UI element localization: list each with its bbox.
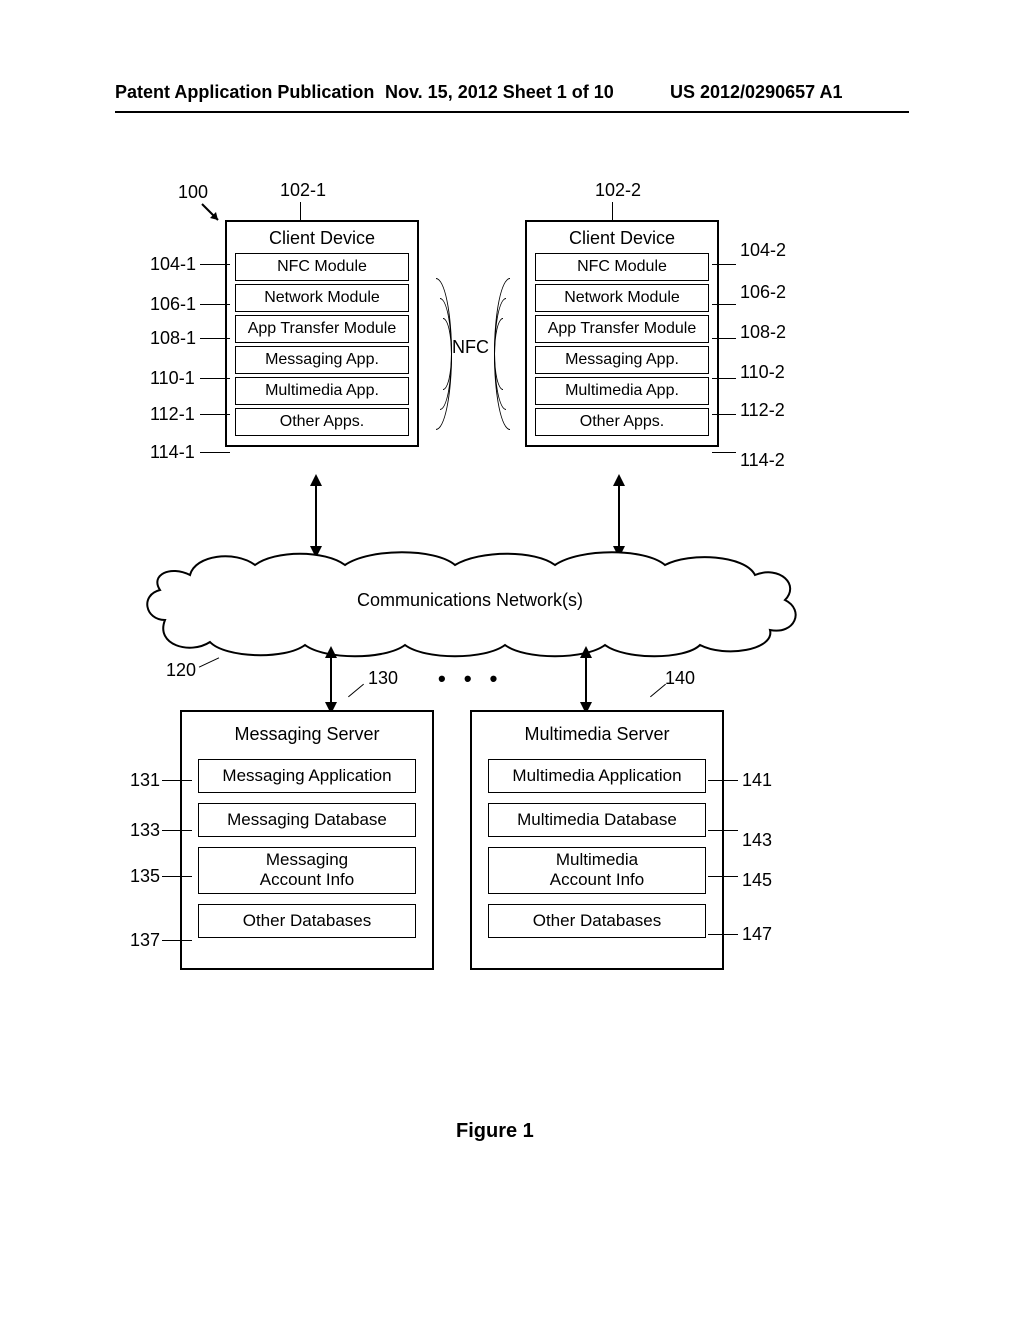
server-1-account-l2: Account Info (199, 870, 415, 890)
ref-141: 141 (742, 770, 772, 791)
ref-110-2: 110-2 (740, 362, 785, 383)
lead-114-2 (712, 452, 736, 453)
lead-110-1 (200, 378, 230, 379)
device-1-app-transfer-module: App Transfer Module (235, 315, 409, 343)
server-2-db: Multimedia Database (488, 803, 706, 837)
device-1-nfc-module: NFC Module (235, 253, 409, 281)
ref-108-2: 108-2 (740, 322, 786, 343)
server-1-db: Messaging Database (198, 803, 416, 837)
ref-145: 145 (742, 870, 772, 891)
device-2-nfc-module: NFC Module (535, 253, 709, 281)
client-device-1: Client Device NFC Module Network Module … (225, 220, 419, 447)
device-2-multimedia-app: Multimedia App. (535, 377, 709, 405)
ref-106-2: 106-2 (740, 282, 786, 303)
lead-147 (708, 934, 738, 935)
server-1-title: Messaging Server (182, 724, 432, 745)
ref-133: 133 (130, 820, 160, 841)
server-2-app: Multimedia Application (488, 759, 706, 793)
ref-106-1: 106-1 (150, 294, 196, 315)
device-1-messaging-app: Messaging App. (235, 346, 409, 374)
nfc-label: NFC (452, 337, 489, 358)
multimedia-server: Multimedia Server Multimedia Application… (470, 710, 724, 970)
server-2-other-db: Other Databases (488, 904, 706, 938)
lead-102-1 (300, 202, 301, 220)
header-mid: Nov. 15, 2012 Sheet 1 of 10 (385, 82, 614, 103)
lead-143 (708, 830, 738, 831)
server-2-title: Multimedia Server (472, 724, 722, 745)
ref-140: 140 (665, 668, 695, 689)
ref-104-1: 104-1 (150, 254, 196, 275)
ref-137: 137 (130, 930, 160, 951)
device-2-app-transfer-module: App Transfer Module (535, 315, 709, 343)
lead-131 (162, 780, 192, 781)
lead-114-1 (200, 452, 230, 453)
server-1-app: Messaging Application (198, 759, 416, 793)
server-2-account: Multimedia Account Info (488, 847, 706, 894)
ref-114-1: 114-1 (150, 442, 195, 463)
device-1-title: Client Device (227, 228, 417, 249)
device-2-title: Client Device (527, 228, 717, 249)
server-1-account: Messaging Account Info (198, 847, 416, 894)
lead-106-2 (712, 304, 736, 305)
lead-108-2 (712, 338, 736, 339)
ref-112-1: 112-1 (150, 404, 195, 425)
server-1-other-db: Other Databases (198, 904, 416, 938)
lead-104-1 (200, 264, 230, 265)
figure-caption: Figure 1 (456, 1120, 534, 1143)
lead-106-1 (200, 304, 230, 305)
ref-143: 143 (742, 830, 772, 851)
arrow-d1-up (310, 474, 322, 486)
arrow-d2-up (613, 474, 625, 486)
device-2-network-module: Network Module (535, 284, 709, 312)
lead-112-2 (712, 414, 736, 415)
ref-120: 120 (166, 660, 196, 681)
ref-108-1: 108-1 (150, 328, 196, 349)
client-device-2: Client Device NFC Module Network Module … (525, 220, 719, 447)
ref-110-1: 110-1 (150, 368, 195, 389)
lead-110-2 (712, 378, 736, 379)
ellipsis: • • • (438, 666, 503, 692)
page-header: Patent Application Publication Nov. 15, … (115, 82, 909, 113)
lead-145 (708, 876, 738, 877)
cloud: Communications Network(s) (135, 540, 805, 670)
ref-102-1: 102-1 (280, 180, 326, 201)
lead-112-1 (200, 414, 230, 415)
messaging-server: Messaging Server Messaging Application M… (180, 710, 434, 970)
device-1-multimedia-app: Multimedia App. (235, 377, 409, 405)
lead-108-1 (200, 338, 230, 339)
lead-130 (348, 684, 364, 698)
ref-114-2: 114-2 (740, 450, 785, 471)
ref-112-2: 112-2 (740, 400, 785, 421)
header-left: Patent Application Publication (115, 82, 374, 103)
device-2-other-apps: Other Apps. (535, 408, 709, 436)
device-1-other-apps: Other Apps. (235, 408, 409, 436)
ref-100: 100 (178, 182, 208, 203)
arrow-100 (200, 202, 224, 226)
ref-102-2: 102-2 (595, 180, 641, 201)
server-2-account-l2: Account Info (489, 870, 705, 890)
lead-102-2 (612, 202, 613, 220)
lead-141 (708, 780, 738, 781)
lead-137 (162, 940, 192, 941)
cloud-label: Communications Network(s) (135, 590, 805, 611)
header-right: US 2012/0290657 A1 (670, 82, 842, 103)
server-2-account-l1: Multimedia (489, 850, 705, 870)
device-1-network-module: Network Module (235, 284, 409, 312)
ref-131: 131 (130, 770, 160, 791)
lead-140 (650, 684, 666, 698)
lead-104-2 (712, 264, 736, 265)
ref-104-2: 104-2 (740, 240, 786, 261)
arrow-s2-up (580, 646, 592, 658)
ref-147: 147 (742, 924, 772, 945)
lead-133 (162, 830, 192, 831)
arrow-s1-up (325, 646, 337, 658)
ref-135: 135 (130, 866, 160, 887)
ref-130: 130 (368, 668, 398, 689)
lead-135 (162, 876, 192, 877)
device-2-messaging-app: Messaging App. (535, 346, 709, 374)
server-1-account-l1: Messaging (199, 850, 415, 870)
